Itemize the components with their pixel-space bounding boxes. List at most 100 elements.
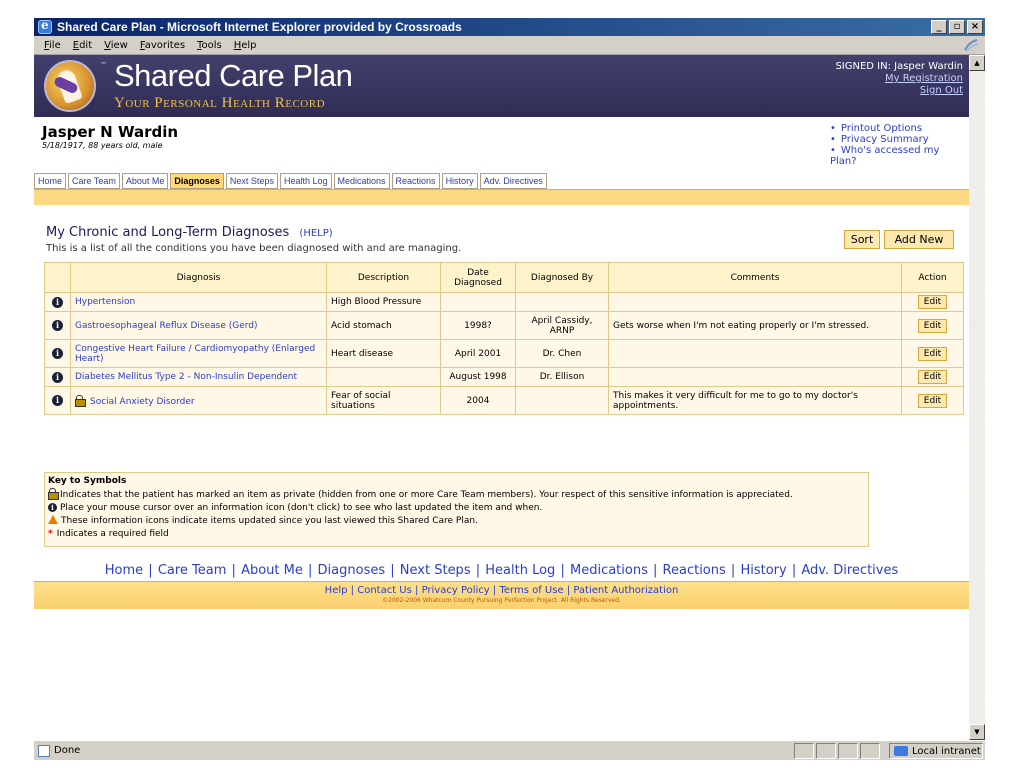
window-title: Shared Care Plan - Microsoft Internet Ex…: [57, 20, 462, 34]
comments-cell: [608, 339, 902, 368]
footer-authorization-link[interactable]: Patient Authorization: [573, 585, 678, 596]
diagnosis-link[interactable]: Congestive Heart Failure / Cardiomyopath…: [75, 344, 315, 364]
edit-button[interactable]: Edit: [917, 393, 948, 408]
minimize-button[interactable]: _: [931, 20, 947, 34]
vertical-scrollbar[interactable]: ▲ ▼: [969, 55, 985, 740]
diagnosis-link[interactable]: Diabetes Mellitus Type 2 - Non-Insulin D…: [75, 372, 297, 382]
my-registration-link[interactable]: My Registration: [835, 73, 963, 85]
diagnosis-link[interactable]: Social Anxiety Disorder: [90, 397, 195, 407]
printout-options-link[interactable]: Printout Options: [830, 123, 969, 134]
menu-help[interactable]: Help: [228, 40, 263, 51]
bottom-nav-history[interactable]: History: [740, 563, 786, 578]
tab-diagnoses[interactable]: Diagnoses: [170, 173, 224, 189]
intranet-icon: [894, 746, 908, 756]
info-icon[interactable]: i: [52, 320, 63, 331]
menu-bar: File Edit View Favorites Tools Help: [34, 36, 985, 55]
edit-button[interactable]: Edit: [917, 295, 948, 309]
warning-icon: [48, 515, 58, 524]
bottom-nav-adv-directives[interactable]: Adv. Directives: [801, 563, 898, 578]
description-cell: Acid stomach: [326, 311, 441, 340]
brand-title: Shared Care Plan: [114, 58, 353, 93]
diagnosed-by-cell: Dr. Chen: [515, 339, 609, 368]
bottom-nav-reactions[interactable]: Reactions: [663, 563, 726, 578]
info-icon[interactable]: i: [52, 296, 63, 308]
description-cell: Fear of social situations: [326, 386, 441, 415]
info-icon[interactable]: i: [52, 395, 63, 406]
edit-button[interactable]: Edit: [917, 346, 948, 361]
menu-favorites[interactable]: Favorites: [134, 40, 191, 51]
info-icon[interactable]: i: [52, 348, 63, 359]
col-description: Description: [326, 262, 441, 293]
tab-history[interactable]: History: [441, 173, 478, 189]
bottom-nav-medications[interactable]: Medications: [570, 563, 648, 578]
date-cell: April 2001: [440, 339, 516, 368]
maximize-button[interactable]: ▫: [949, 20, 965, 34]
scroll-up-button[interactable]: ▲: [969, 55, 985, 71]
key-title: Key to Symbols: [48, 476, 127, 486]
info-icon[interactable]: i: [52, 371, 63, 383]
description-cell: High Blood Pressure: [326, 292, 441, 312]
menu-edit[interactable]: Edit: [67, 40, 98, 51]
bottom-nav-next-steps[interactable]: Next Steps: [400, 563, 471, 578]
site-header: ™ Shared Care Plan Your Personal Health …: [34, 55, 969, 117]
menu-file[interactable]: File: [38, 40, 67, 51]
description-cell: [326, 367, 441, 387]
help-link[interactable]: (HELP): [299, 228, 332, 239]
footer-privacy-link[interactable]: Privacy Policy: [422, 585, 490, 596]
page-viewport: ™ Shared Care Plan Your Personal Health …: [34, 55, 969, 740]
tab-next-steps[interactable]: Next Steps: [225, 173, 278, 189]
tab-reactions[interactable]: Reactions: [391, 173, 440, 189]
scroll-down-button[interactable]: ▼: [969, 724, 985, 740]
col-comments: Comments: [608, 262, 902, 293]
lock-icon: [48, 488, 59, 500]
tab-home[interactable]: Home: [34, 173, 67, 189]
close-button[interactable]: ×: [967, 20, 983, 34]
bottom-nav-diagnoses[interactable]: Diagnoses: [318, 563, 386, 578]
footer-links: Help | Contact Us | Privacy Policy | Ter…: [324, 585, 679, 596]
menu-tools[interactable]: Tools: [191, 40, 228, 51]
table-row: i Gastroesophageal Reflux Disease (Gerd)…: [44, 311, 964, 340]
sign-out-link[interactable]: Sign Out: [835, 85, 963, 97]
status-bar: Done Local intranet: [34, 740, 985, 760]
footer-contact-link[interactable]: Contact Us: [357, 585, 412, 596]
patient-info: 5/18/1917, 88 years old, male: [42, 141, 163, 150]
date-cell: August 1998: [440, 367, 516, 387]
ie-icon: [38, 18, 52, 34]
col-info: [44, 262, 71, 293]
col-action: Action: [901, 262, 964, 293]
tab-about-me[interactable]: About Me: [121, 173, 169, 189]
table-row: i Hypertension High Blood Pressure Edit: [44, 292, 964, 312]
whos-accessed-link[interactable]: Who's accessed my Plan?: [830, 145, 969, 167]
footer-terms-link[interactable]: Terms of Use: [499, 585, 563, 596]
bottom-nav-care-team[interactable]: Care Team: [158, 563, 227, 578]
menu-view[interactable]: View: [98, 40, 134, 51]
footer-help-link[interactable]: Help: [325, 585, 348, 596]
sort-button[interactable]: Sort: [844, 230, 880, 249]
bottom-nav-about-me[interactable]: About Me: [241, 563, 303, 578]
edit-button[interactable]: Edit: [917, 318, 948, 333]
security-zone: Local intranet: [889, 743, 983, 759]
windows-flag-icon: [964, 39, 979, 52]
patient-name: Jasper N Wardin: [42, 123, 179, 141]
bottom-nav-health-log[interactable]: Health Log: [485, 563, 555, 578]
add-new-button[interactable]: Add New: [884, 230, 954, 249]
edit-button[interactable]: Edit: [917, 370, 948, 384]
diagnosis-link[interactable]: Gastroesophageal Reflux Disease (Gerd): [75, 321, 258, 331]
tab-care-team[interactable]: Care Team: [68, 173, 120, 189]
window-titlebar: Shared Care Plan - Microsoft Internet Ex…: [34, 18, 985, 36]
tab-adv-directives[interactable]: Adv. Directives: [479, 173, 547, 189]
date-cell: 1998?: [440, 311, 516, 340]
section-title: My Chronic and Long-Term Diagnoses (HELP…: [46, 225, 333, 240]
tab-health-log[interactable]: Health Log: [279, 173, 332, 189]
diagnosis-link[interactable]: Hypertension: [75, 297, 135, 307]
bottom-nav-home[interactable]: Home: [105, 563, 143, 578]
tab-medications[interactable]: Medications: [333, 173, 390, 189]
diagnosed-by-cell: Dr. Ellison: [515, 367, 609, 387]
key-updated-row: These information icons indicate items u…: [48, 515, 865, 528]
date-cell: [440, 292, 516, 312]
privacy-summary-link[interactable]: Privacy Summary: [830, 134, 969, 145]
key-private-row: Indicates that the patient has marked an…: [48, 488, 865, 502]
table-row: i Diabetes Mellitus Type 2 - Non-Insulin…: [44, 367, 964, 387]
status-panes: [794, 743, 880, 759]
comments-cell: This makes it very difficult for me to g…: [608, 386, 902, 415]
